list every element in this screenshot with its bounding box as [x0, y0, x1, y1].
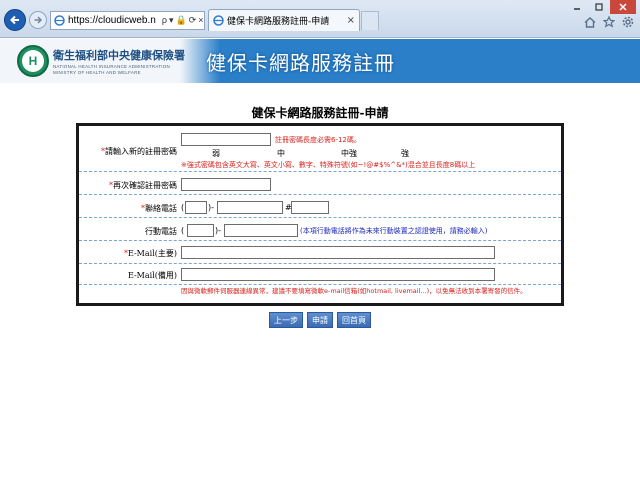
apply-button[interactable]: 申請 — [307, 312, 333, 328]
new-tab-button[interactable] — [361, 11, 379, 30]
phone-label: 聯絡電話 — [145, 204, 177, 213]
strength-medium: 中 — [277, 149, 285, 158]
strength-weak: 弱 — [212, 149, 220, 158]
email-main-label: E-Mail(主要) — [127, 249, 177, 258]
password-row: *請輸入新的註冊密碼 註冊密碼長度必需6-12碼。 弱 中 中強 強 ※強式密碼… — [79, 126, 561, 172]
search-icon[interactable]: ρ — [162, 15, 167, 26]
email-backup-label: E-Mail(備用) — [127, 271, 177, 280]
form-buttons: 上一步 申請 回首頁 — [0, 312, 640, 328]
mobile-hint: (本項行動電話將作為未來行動裝置之認證使用，請務必輸入) — [300, 227, 488, 235]
phone-area-code-input[interactable] — [185, 201, 207, 214]
confirm-password-label: 再次確認註冊密碼 — [113, 181, 177, 190]
email-backup-row: E-Mail(備用) — [79, 265, 561, 285]
email-main-input[interactable] — [181, 246, 495, 259]
minimize-icon — [574, 8, 580, 10]
minimize-button[interactable] — [566, 0, 588, 14]
arrow-left-icon — [10, 15, 19, 25]
back-to-home-button[interactable]: 回首頁 — [337, 312, 371, 328]
mobile-row: 行動電話 ( )- (本項行動電話將作為未來行動裝置之認證使用，請務必輸入) — [79, 219, 561, 241]
password-input[interactable] — [181, 133, 271, 146]
lock-icon[interactable]: 🔒 — [175, 15, 186, 26]
ie-page-icon — [54, 15, 65, 26]
page-title: 健保卡網路服務註冊-申請 — [251, 106, 389, 120]
mobile-prefix-input[interactable] — [187, 224, 214, 237]
phone-row: *聯絡電話 ( )- # — [79, 196, 561, 218]
service-title: 健保卡網路服務註冊 — [206, 51, 395, 75]
password-label: 請輸入新的註冊密碼 — [105, 147, 177, 156]
arrow-right-icon — [34, 16, 43, 24]
mobile-number-input[interactable] — [224, 224, 298, 237]
back-button[interactable] — [4, 9, 26, 31]
password-rule: ※強式密碼包含英文大寫、英文小寫、數字、特殊符號(如~!@#$%^&*)混合並且… — [181, 161, 476, 169]
agency-name-en: NATIONAL HEALTH INSURANCE ADMINISTRATION… — [53, 64, 170, 75]
close-window-button[interactable] — [610, 0, 636, 14]
tab-title: 健保卡網路服務註冊-申請 — [227, 17, 330, 27]
mobile-label: 行動電話 — [145, 227, 177, 236]
previous-step-button[interactable]: 上一步 — [269, 312, 303, 328]
tab-close-icon[interactable]: × — [347, 15, 355, 26]
browser-tab[interactable]: 健保卡網路服務註冊-申請 × — [208, 9, 360, 31]
email-notice-row: 因與微軟郵件伺服器連線異常，建議不要填寫微軟e-mail信箱(如hotmail,… — [79, 286, 561, 303]
phone-extension-input[interactable] — [291, 201, 329, 214]
strength-medium-strong: 中強 — [341, 149, 357, 158]
home-icon[interactable] — [583, 16, 596, 31]
dropdown-icon[interactable]: ▾ — [169, 15, 174, 26]
address-bar[interactable]: https://cloudicweb.n ρ ▾ 🔒 ⟳ × — [50, 11, 205, 30]
password-length-hint: 註冊密碼長度必需6-12碼。 — [275, 136, 361, 144]
browser-toolbar: https://cloudicweb.n ρ ▾ 🔒 ⟳ × 健保卡網路服務註冊… — [0, 0, 640, 38]
close-icon — [619, 3, 627, 11]
agency-name: 衛生福利部中央健康保險署 — [53, 49, 185, 62]
address-url: https://cloudicweb.n — [68, 15, 156, 26]
forward-button[interactable] — [29, 11, 47, 29]
confirm-password-row: *再次確認註冊密碼 — [79, 173, 561, 195]
agency-logo: H — [17, 45, 49, 77]
strength-strong: 強 — [401, 149, 409, 158]
confirm-password-input[interactable] — [181, 178, 271, 191]
site-header: H 衛生福利部中央健康保險署 NATIONAL HEALTH INSURANCE… — [0, 39, 640, 83]
maximize-button[interactable] — [588, 0, 610, 14]
stop-icon[interactable]: × — [198, 15, 203, 26]
favorites-star-icon[interactable] — [602, 15, 615, 31]
settings-gear-icon[interactable] — [621, 16, 634, 31]
refresh-icon[interactable]: ⟳ — [189, 15, 197, 26]
email-notice: 因與微軟郵件伺服器連線異常，建議不要填寫微軟e-mail信箱(如hotmail,… — [181, 287, 527, 295]
registration-form: *請輸入新的註冊密碼 註冊密碼長度必需6-12碼。 弱 中 中強 強 ※強式密碼… — [76, 123, 564, 306]
phone-number-input[interactable] — [217, 201, 283, 214]
email-main-row: *E-Mail(主要) — [79, 242, 561, 264]
maximize-icon — [595, 3, 603, 11]
email-backup-input[interactable] — [181, 268, 495, 281]
ie-tab-icon — [213, 15, 224, 26]
